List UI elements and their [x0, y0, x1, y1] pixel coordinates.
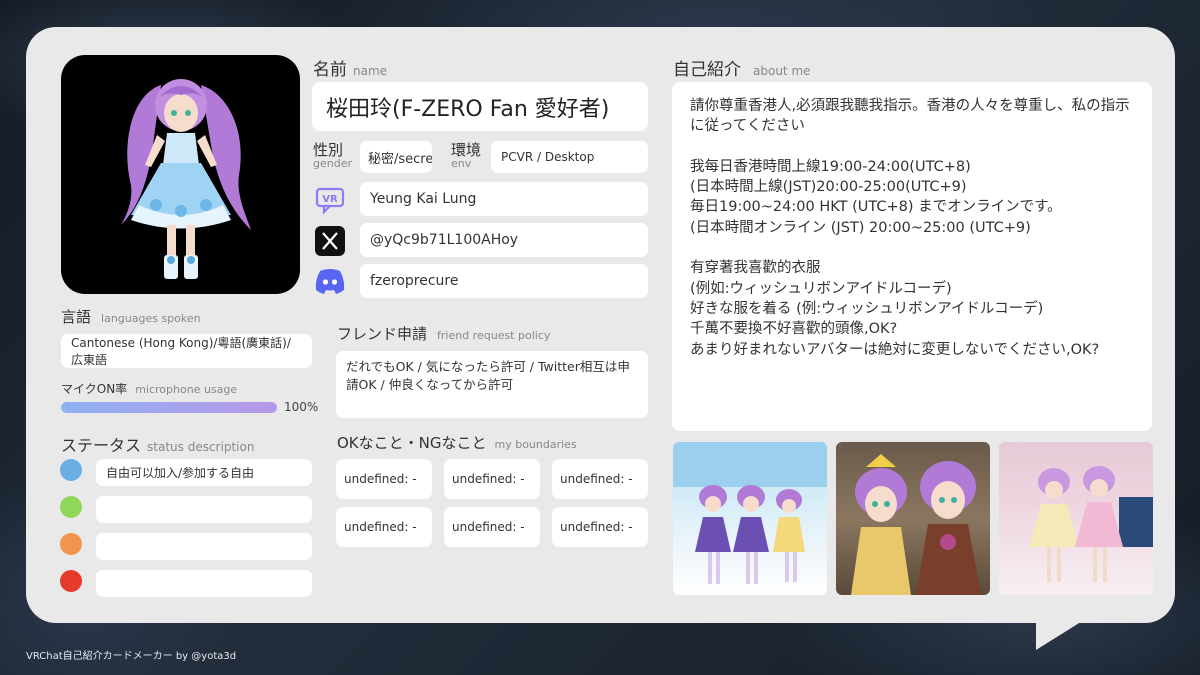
credit-text: VRChat自己紹介カードメーカー by @yota3d — [26, 651, 237, 662]
status-item — [96, 570, 312, 597]
x-username: @yQc9b71L100AHoy — [360, 223, 648, 257]
discord-icon — [312, 263, 348, 299]
photo-2 — [836, 442, 990, 595]
vr-group-photo-3-icon — [1029, 466, 1153, 582]
x-twitter-icon — [312, 223, 348, 259]
about-label: 自己紹介 about me — [673, 60, 811, 80]
vr-group-photo-1-icon — [673, 442, 827, 584]
avatar-illustration-icon — [121, 79, 251, 279]
gender-field: 秘密/secret — [360, 141, 432, 173]
avatar-image — [61, 55, 300, 294]
about-line: 千萬不要換不好喜歡的頭像,OK? — [690, 321, 898, 338]
status-dot-orange — [60, 533, 82, 555]
vr-group-photo-2-icon — [851, 454, 981, 595]
boundary-item: undefined: - — [336, 507, 432, 547]
boundary-item: undefined: - — [444, 507, 540, 547]
mic-percent: 100% — [284, 400, 319, 414]
name-label: 名前 name — [313, 60, 388, 80]
mic-usage-fill — [61, 402, 277, 413]
svg-text:VR: VR — [322, 194, 338, 205]
status-dot-green — [60, 496, 82, 518]
gender-label: 性別 gender — [313, 141, 352, 171]
languages-field: Cantonese (Hong Kong)/粵語(廣東話)/広東語 — [61, 334, 312, 368]
about-line: 好きな服を着る (例:ウィッシュリボンアイドルコーデ) — [690, 300, 1044, 317]
boundaries-label: OKなこと・NGなこと my boundaries — [337, 434, 577, 452]
status-item — [96, 496, 312, 523]
about-line: 請你尊重香港人,必須跟我聽我指示。香港の人々を尊重し、私の指示に従ってください — [690, 98, 1130, 135]
name-field: 桜田玲(F-ZERO Fan 愛好者) — [312, 82, 648, 131]
discord-username: fzeroprecure — [360, 264, 648, 298]
friend-policy-field: だれでもOK / 気になったら許可 / Twitter相互は申請OK / 仲良く… — [336, 351, 648, 418]
boundary-item: undefined: - — [552, 507, 648, 547]
about-line: 毎日19:00~24:00 HKT (UTC+8) までオンラインです。 — [690, 199, 1062, 216]
languages-label: 言語 languages spoken — [61, 308, 201, 326]
about-line: 有穿著我喜歡的衣服 — [690, 260, 821, 277]
about-line: (日本時間上線(JST)20:00-25:00(UTC+9) — [690, 179, 967, 196]
about-line: (例如:ウィッシュリボンアイドルコーデ) — [690, 280, 952, 297]
env-label: 環境 env — [451, 141, 482, 171]
status-dot-red — [60, 570, 82, 592]
boundary-item: undefined: - — [336, 459, 432, 499]
mic-usage-bar — [61, 402, 277, 413]
mic-label: マイクON率 microphone usage — [61, 382, 238, 396]
status-item: 自由可以加入/参加する自由 — [96, 459, 312, 486]
boundary-item: undefined: - — [552, 459, 648, 499]
vrchat-icon: VR — [312, 182, 348, 218]
about-line: (日本時間オンライン (JST) 20:00~25:00 (UTC+9) — [690, 219, 1031, 236]
photo-1 — [673, 442, 827, 595]
vrchat-username: Yeung Kai Lung — [360, 182, 648, 216]
status-label: ステータス status description — [61, 436, 255, 455]
boundary-item: undefined: - — [444, 459, 540, 499]
photo-3 — [999, 442, 1153, 595]
env-field: PCVR / Desktop — [491, 141, 648, 173]
about-line: あまり好まれないアバターは絶対に変更しないでください,OK? — [690, 341, 1100, 358]
about-line: 我每日香港時間上線19:00-24:00(UTC+8) — [690, 158, 971, 175]
friend-policy-label: フレンド申請 friend request policy — [337, 325, 551, 343]
status-item — [96, 533, 312, 560]
status-dot-blue — [60, 459, 82, 481]
about-text: 請你尊重香港人,必須跟我聽我指示。香港の人々を尊重し、私の指示に従ってください … — [672, 82, 1152, 431]
